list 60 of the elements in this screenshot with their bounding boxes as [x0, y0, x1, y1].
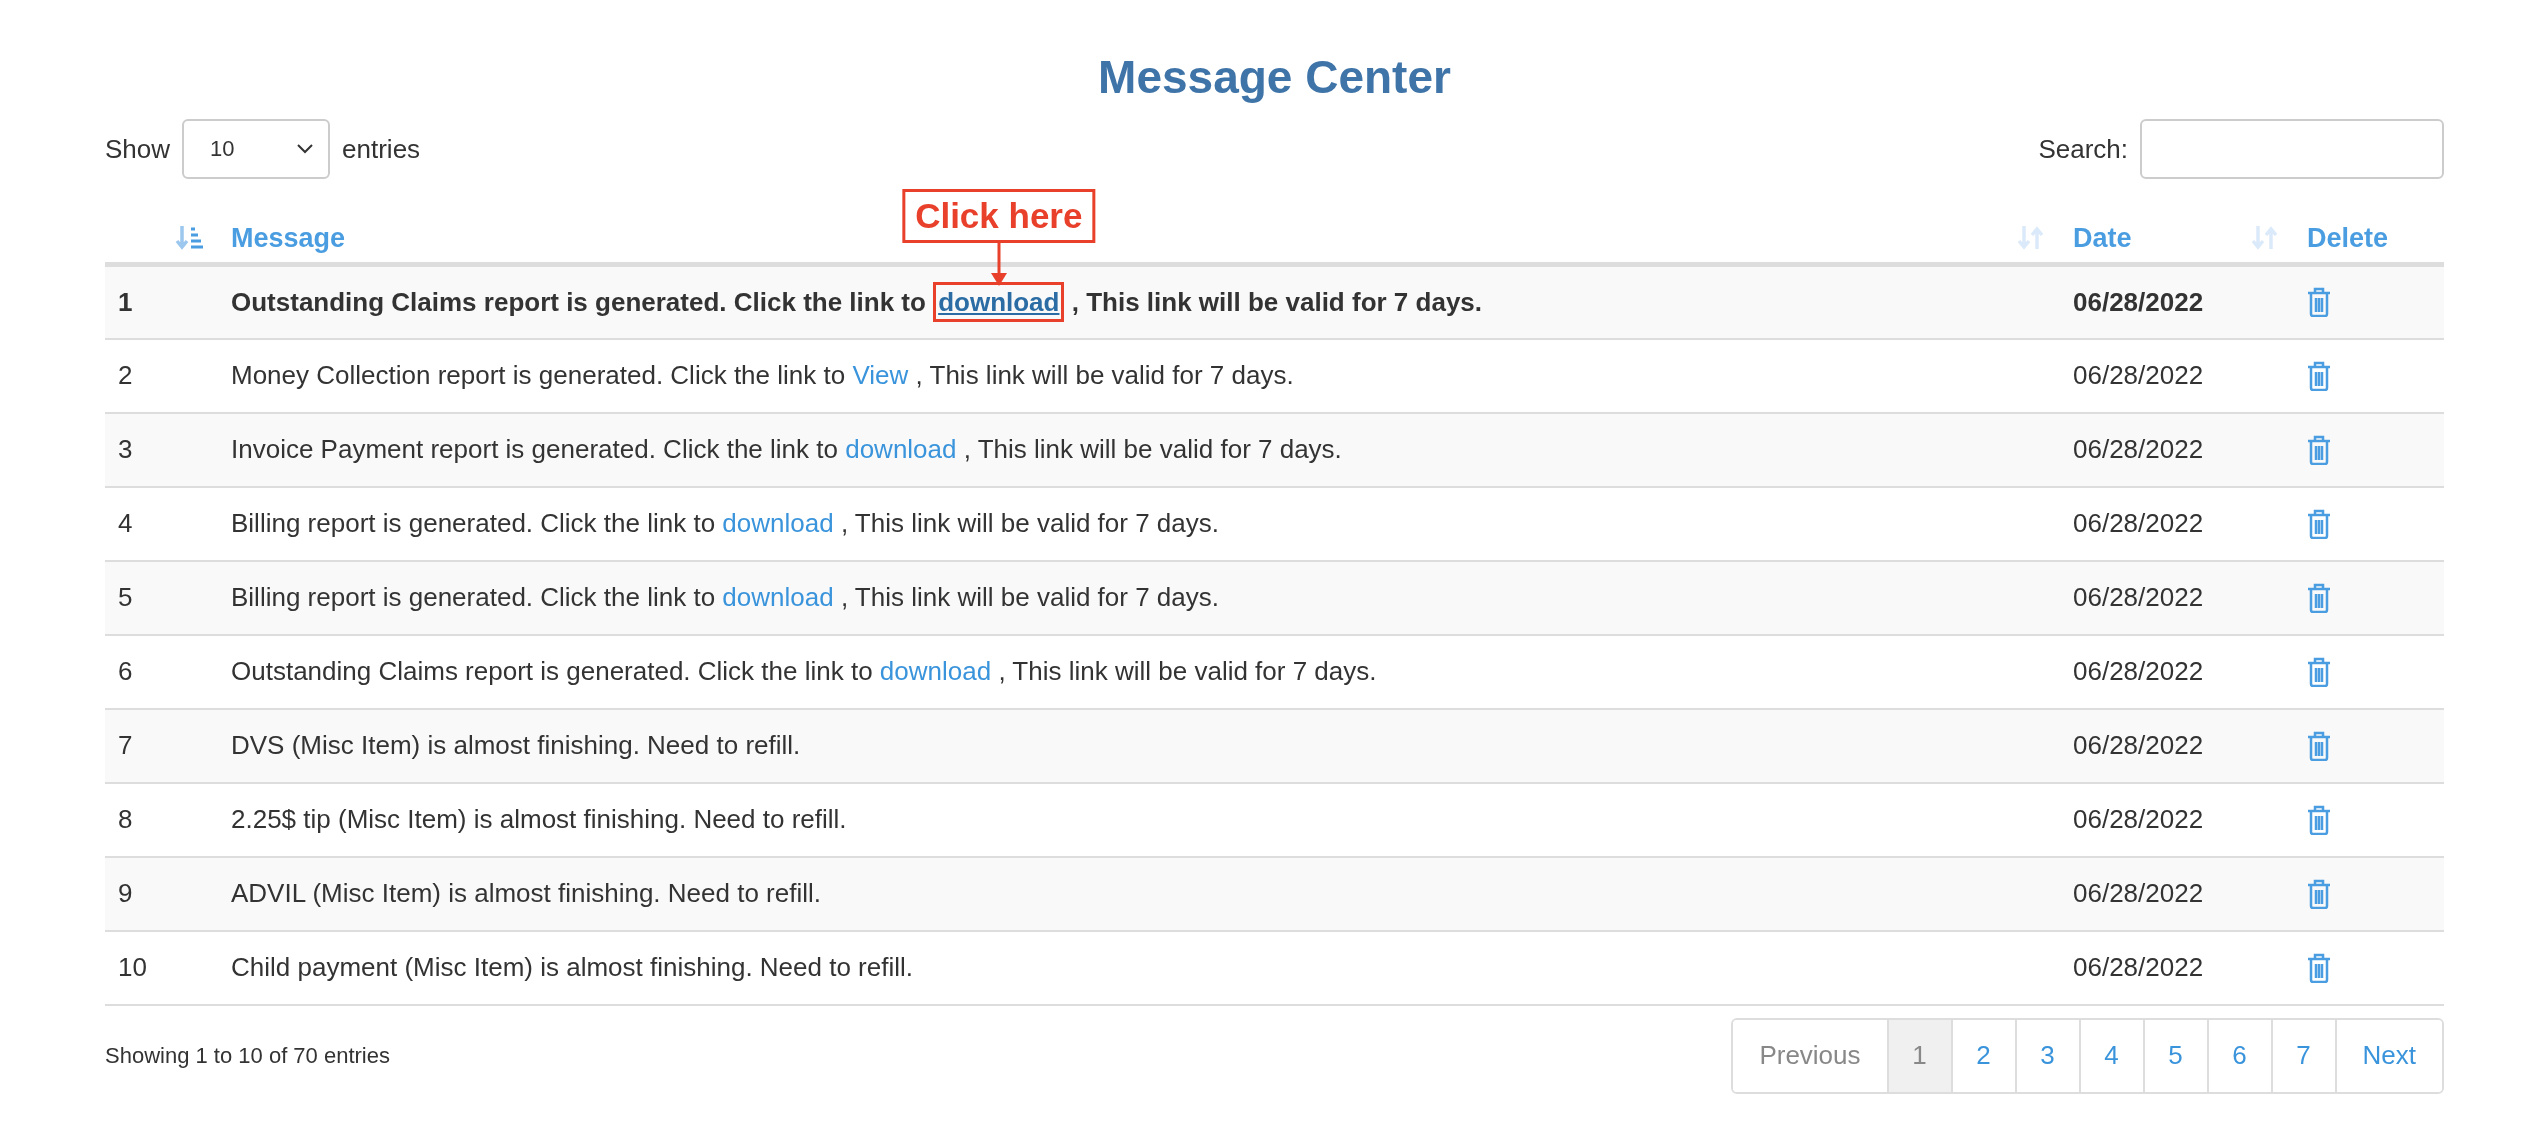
row-number: 3 [118, 434, 133, 464]
entries-dropdown[interactable]: 10 [182, 119, 331, 179]
message-text: Child payment (Misc Item) is almost finishing. Need to refill. [231, 952, 913, 982]
show-label: Show [105, 133, 171, 165]
row-number: 8 [118, 804, 133, 834]
link[interactable]: download [722, 508, 834, 538]
row-number: 7 [118, 730, 133, 760]
date-cell: 06/28/2022 [2073, 582, 2204, 612]
trash-icon[interactable] [2307, 878, 2331, 909]
page-title: Message Center [1097, 50, 1452, 104]
date-cell: 06/28/2022 [2073, 360, 2204, 390]
column-header[interactable]: Delete [2307, 222, 2389, 254]
trash-icon[interactable] [2307, 582, 2331, 613]
message-text: Outstanding Claims report is generated. Click the link to download , This link will be valid for 7 days. [231, 656, 1377, 686]
link[interactable]: View [852, 360, 909, 390]
row-number: 9 [118, 878, 133, 908]
date-cell: 06/28/2022 [2073, 286, 2204, 317]
trash-icon[interactable] [2307, 730, 2331, 761]
row-number: 2 [118, 360, 133, 390]
trash-icon[interactable] [2307, 804, 2331, 835]
row-number: 4 [118, 508, 133, 538]
link[interactable]: download [845, 434, 957, 464]
date-cell: 06/28/2022 [2073, 878, 2204, 908]
trash-icon[interactable] [2307, 360, 2331, 391]
date-cell: 06/28/2022 [2073, 730, 2204, 760]
callout-label: Click here [902, 188, 1096, 243]
message-text: Invoice Payment report is generated. Click the link to download , This link will be valid for 7 days. [231, 434, 1342, 464]
column-header[interactable]: Message [231, 222, 346, 254]
search-label: Search: [2038, 133, 2128, 165]
date-cell: 06/28/2022 [2073, 656, 2204, 686]
callout-arrow [988, 240, 1009, 287]
trash-icon[interactable] [2307, 656, 2331, 687]
date-cell: 06/28/2022 [2073, 434, 2204, 464]
trash-icon[interactable] [2307, 952, 2331, 983]
date-cell: 06/28/2022 [2073, 804, 2204, 834]
message-text: DVS (Misc Item) is almost finishing. Need to refill. [231, 730, 801, 760]
row-number: 6 [118, 656, 133, 686]
link[interactable]: download [722, 582, 834, 612]
trash-icon[interactable] [2307, 287, 2331, 318]
download-link[interactable]: download [933, 281, 1065, 322]
date-cell: 06/28/2022 [2073, 508, 2204, 538]
entries-label: entries [342, 133, 421, 165]
message-text: Billing report is generated. Click the link to download , This link will be valid for 7 days. [231, 582, 1219, 612]
page-button[interactable]: 1 [1886, 1019, 1951, 1092]
row-number: 5 [118, 582, 133, 612]
date-cell: 06/28/2022 [2073, 952, 2204, 982]
column-header[interactable]: Date [2073, 222, 2132, 254]
row-number: 10 [118, 952, 147, 982]
search-field[interactable] [2140, 119, 2444, 179]
pagination-nav-button[interactable]: Next [2334, 1019, 2442, 1092]
row-number: 1 [118, 286, 133, 317]
link[interactable]: download [879, 656, 992, 686]
trash-icon[interactable] [2307, 508, 2331, 539]
message-text: Billing report is generated. Click the link to download , This link will be valid for 7 days. [231, 508, 1219, 538]
trash-icon[interactable] [2307, 434, 2331, 465]
chevron-down-icon [296, 143, 315, 155]
table-info: Showing 1 to 10 of 70 entries [105, 1042, 390, 1069]
message-text: 2.25$ tip (Misc Item) is almost finishing. Need to refill. [231, 804, 847, 834]
message-text: Money Collection report is generated. Click the link to View , This link will be valid for 7 days. [231, 360, 1294, 390]
message-text: ADVIL (Misc Item) is almost finishing. Need to refill. [231, 878, 821, 908]
